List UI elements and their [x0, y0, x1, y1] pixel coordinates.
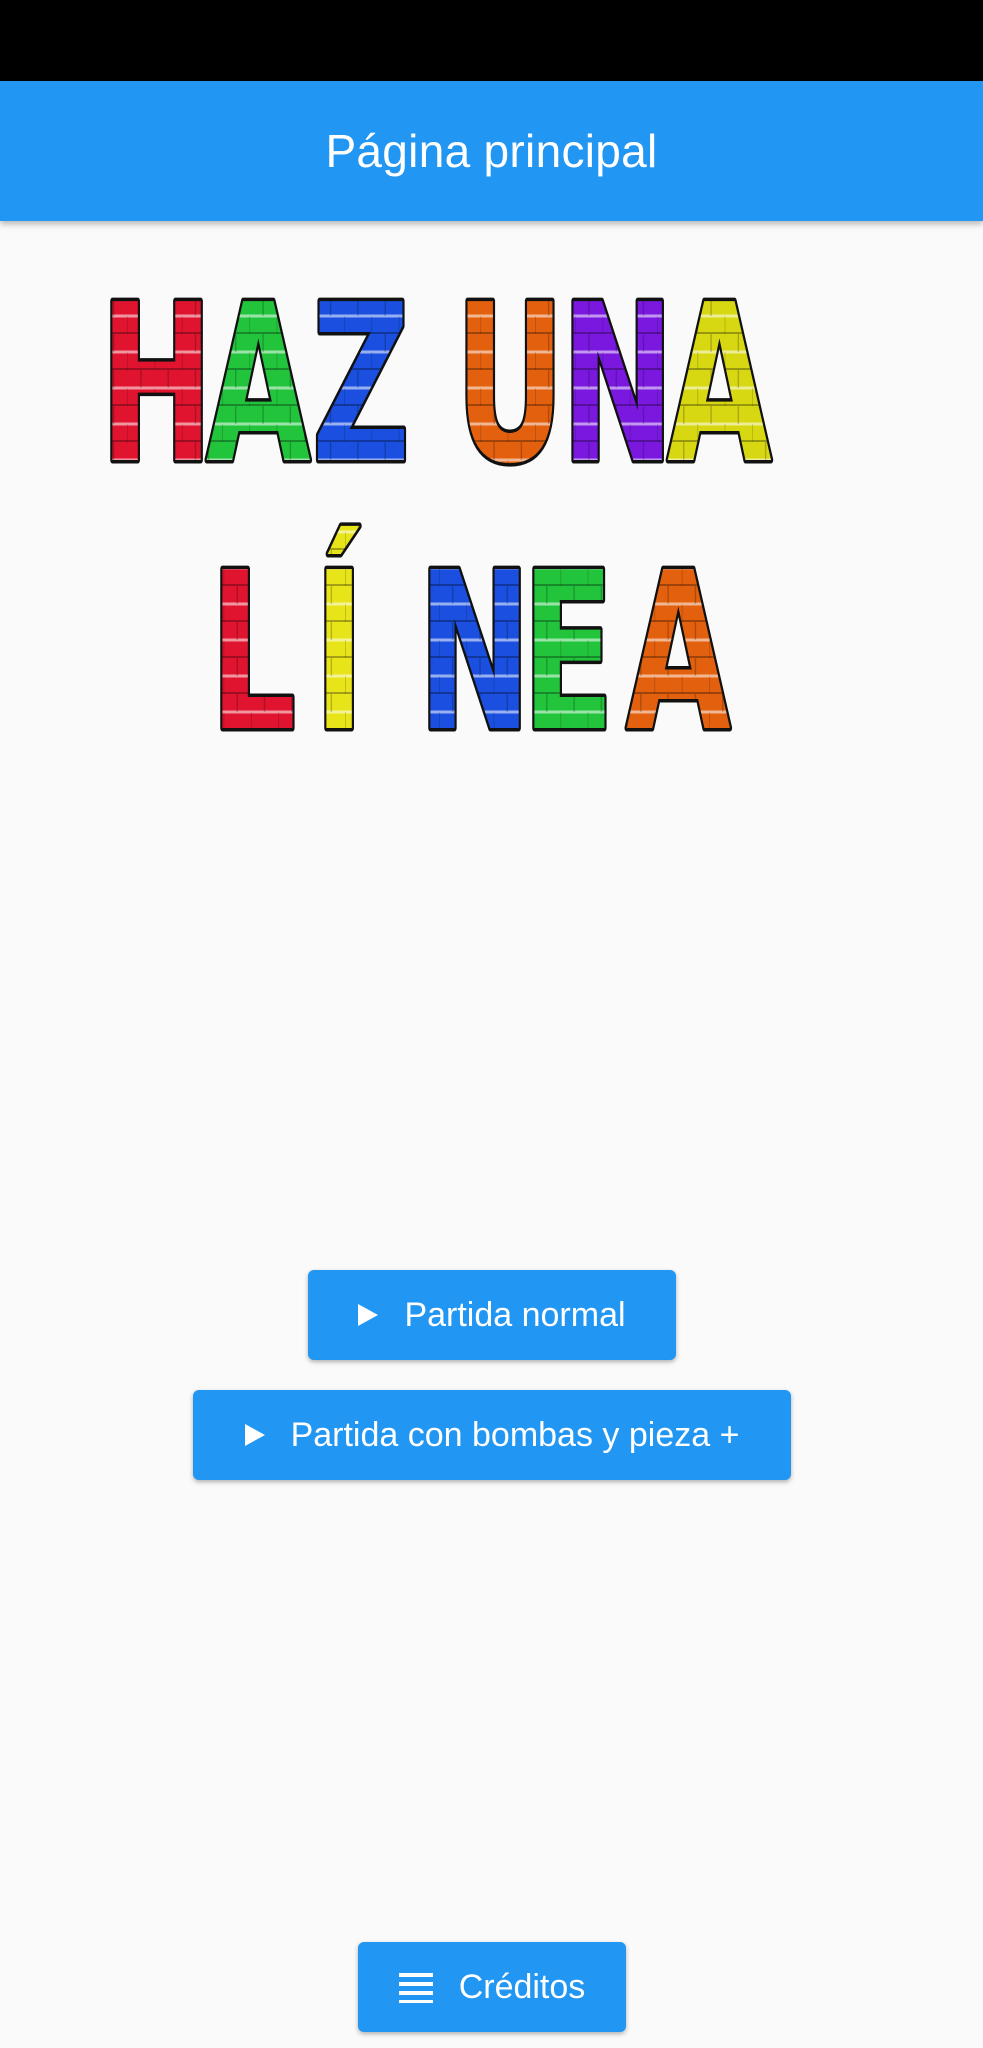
logo-letter: AA — [664, 262, 774, 514]
svg-text:N: N — [561, 262, 674, 512]
page-title: Página principal — [325, 125, 658, 177]
svg-text:H: H — [100, 262, 213, 512]
play-icon — [358, 1304, 379, 1326]
logo-letter: EE — [519, 523, 617, 782]
normal-game-label: Partida normal — [404, 1295, 626, 1334]
app-bar: Página principal — [0, 81, 983, 221]
logo-line-1: HHAA ZZ UUNNAA — [100, 262, 774, 514]
svg-text:A: A — [626, 526, 731, 780]
svg-text:N: N — [418, 526, 531, 780]
svg-text:Z: Z — [312, 262, 410, 512]
logo-letter: NN — [415, 523, 534, 782]
svg-text:L: L — [210, 526, 296, 780]
logo-letter: ZZ — [309, 262, 413, 514]
svg-text:E: E — [522, 526, 614, 780]
svg-text:U: U — [455, 262, 565, 512]
logo-letter: ÍÍ — [311, 522, 367, 782]
status-bar — [0, 0, 983, 81]
logo-letter: HH — [100, 262, 216, 514]
bombs-game-button[interactable]: Partida con bombas y pieza + — [193, 1390, 791, 1480]
svg-text:A: A — [206, 262, 311, 512]
play-icon — [244, 1424, 265, 1446]
credits-button[interactable]: Créditos — [358, 1942, 626, 2032]
logo-letter: UU — [452, 262, 567, 514]
logo-letter: NN — [558, 262, 677, 514]
logo-letter: AA — [203, 262, 313, 514]
list-icon — [398, 1971, 433, 2003]
svg-text:Í: Í — [314, 525, 364, 780]
logo-letter: LL — [207, 523, 299, 782]
credits-label: Créditos — [458, 1967, 586, 2006]
svg-text:A: A — [667, 262, 772, 512]
logo-letter: AA — [623, 523, 733, 782]
normal-game-button[interactable]: Partida normal — [308, 1270, 676, 1360]
bombs-game-label: Partida con bombas y pieza + — [290, 1415, 740, 1454]
game-logo: HHAA ZZ UUNNAA LL ÍÍ NNEE AA — [100, 262, 774, 782]
logo-line-2: LL ÍÍ NNEE AA — [207, 522, 733, 782]
